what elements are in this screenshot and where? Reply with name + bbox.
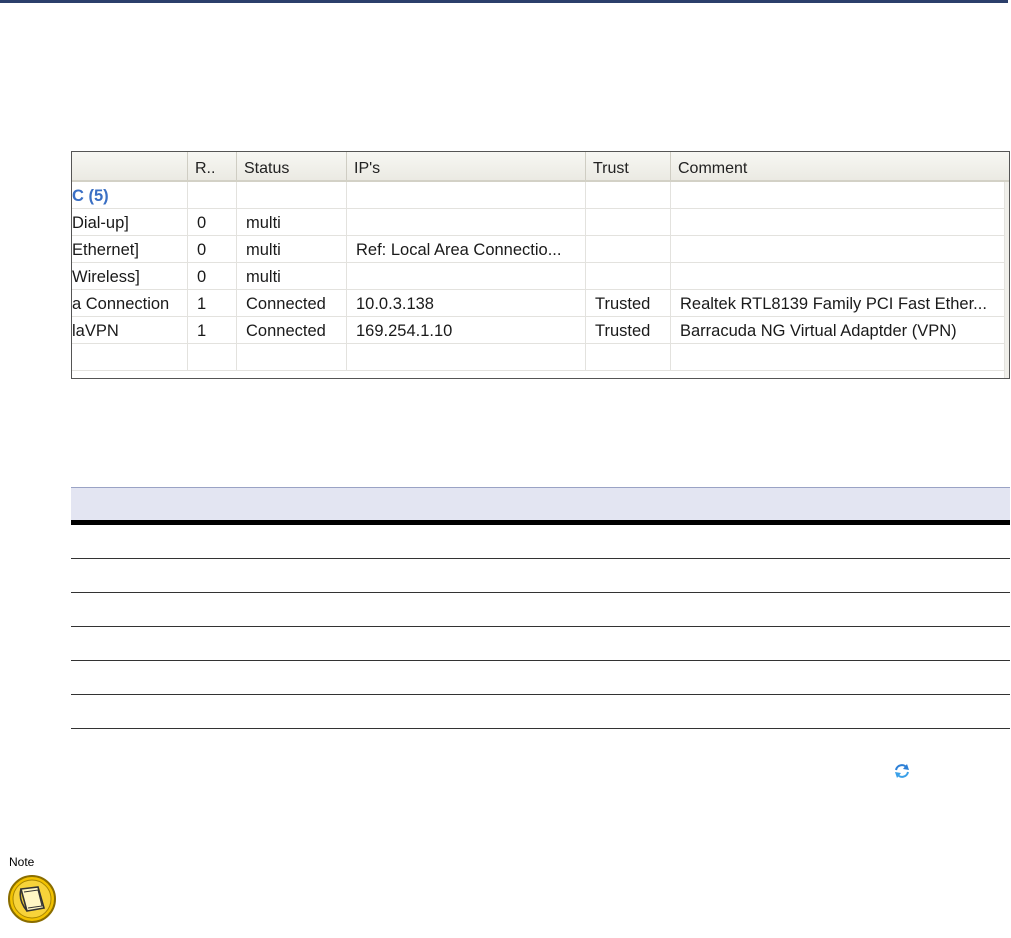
grid-cell-ips: Ref: Local Area Connectio... [347, 236, 586, 262]
grid-row[interactable]: C (5) [72, 182, 1009, 209]
grid-cell-name: laVPN [72, 317, 188, 343]
grid-cell-status: multi [237, 263, 347, 289]
col-header-trust[interactable]: Trust [586, 152, 671, 180]
grid-cell-status: multi [237, 209, 347, 235]
grid-cell-status [237, 182, 347, 208]
grid-row[interactable]: a Connection 1 Connected 10.0.3.138 Trusted R… [72, 290, 1009, 317]
grid-cell-trust [586, 209, 671, 235]
doc-table-header [71, 487, 1010, 520]
grid-cell-status: Connected [237, 317, 347, 343]
grid-cell-name: C (5) [72, 182, 188, 208]
grid-cell-comment: Realtek RTL8139 Family PCI Fast Ether... [680, 295, 987, 313]
grid-cell-name: Dial-up] [72, 209, 188, 235]
grid-cell-trust [586, 263, 671, 289]
refresh-icon[interactable] [893, 762, 911, 780]
doc-table-row [71, 627, 1010, 661]
top-rule [0, 0, 1008, 3]
grid-cell-ips [347, 209, 586, 235]
grid-cell-r: 0 [188, 263, 237, 289]
grid-cell-comment [671, 182, 1005, 208]
col-header-comment[interactable]: Comment [671, 152, 1005, 180]
grid-row[interactable]: Dial-up] 0 multi [72, 209, 1009, 236]
grid-row[interactable]: laVPN 1 Connected 169.254.1.10 Trusted Barrac… [72, 317, 1009, 344]
grid-cell-r: 1 [188, 290, 237, 316]
doc-table-row [71, 593, 1010, 627]
doc-table-body [71, 525, 1010, 729]
grid-header: R.. Status IP's Trust Comment [72, 152, 1009, 182]
grid-cell-comment [671, 344, 1005, 370]
doc-table-row [71, 525, 1010, 559]
scrollbar-edge[interactable] [1004, 182, 1009, 378]
col-header-r[interactable]: R.. [188, 152, 237, 180]
grid-cell-trust [586, 182, 671, 208]
group-label: C (5) [72, 187, 109, 205]
grid-cell-status [237, 344, 347, 370]
grid-cell-ips [347, 344, 586, 370]
doc-table-row [71, 661, 1010, 695]
grid-cell-status: Connected [237, 290, 347, 316]
grid-cell-comment [671, 263, 1005, 289]
grid-cell-ips: 169.254.1.10 [347, 317, 586, 343]
grid-cell-trust: Trusted [586, 290, 671, 316]
grid-cell-name [72, 344, 188, 370]
grid-cell-comment [671, 236, 1005, 262]
grid-cell-r: 0 [188, 236, 237, 262]
grid-cell-comment: Barracuda NG Virtual Adaptder (VPN) [680, 322, 957, 340]
grid-cell-trust [586, 236, 671, 262]
grid-cell-ips [347, 182, 586, 208]
col-header-status[interactable]: Status [237, 152, 347, 180]
col-header-name[interactable] [72, 152, 188, 180]
grid-cell-name: Wireless] [72, 263, 188, 289]
grid-row[interactable]: Wireless] 0 multi [72, 263, 1009, 290]
network-grid-screenshot: R.. Status IP's Trust Comment C (5) Dial-… [71, 151, 1010, 379]
grid-cell-r [188, 344, 237, 370]
grid-cell-r: 1 [188, 317, 237, 343]
grid-cell-status: multi [237, 236, 347, 262]
grid-cell-r: 0 [188, 209, 237, 235]
grid-cell-name: a Connection [72, 290, 188, 316]
grid-cell-ips [347, 263, 586, 289]
grid-cell-comment [671, 209, 1005, 235]
doc-table-row [71, 695, 1010, 729]
grid-row[interactable] [72, 344, 1009, 371]
grid-row[interactable]: Ethernet] 0 multi Ref: Local Area Connectio… [72, 236, 1009, 263]
note-label: Note [9, 855, 35, 869]
note-icon [8, 875, 56, 923]
doc-table [71, 487, 1010, 729]
grid-cell-r [188, 182, 237, 208]
grid-cell-trust [586, 344, 671, 370]
col-header-ips[interactable]: IP's [347, 152, 586, 180]
grid-cell-ips: 10.0.3.138 [347, 290, 586, 316]
grid-cell-name: Ethernet] [72, 236, 188, 262]
doc-table-row [71, 559, 1010, 593]
grid-cell-trust: Trusted [586, 317, 671, 343]
